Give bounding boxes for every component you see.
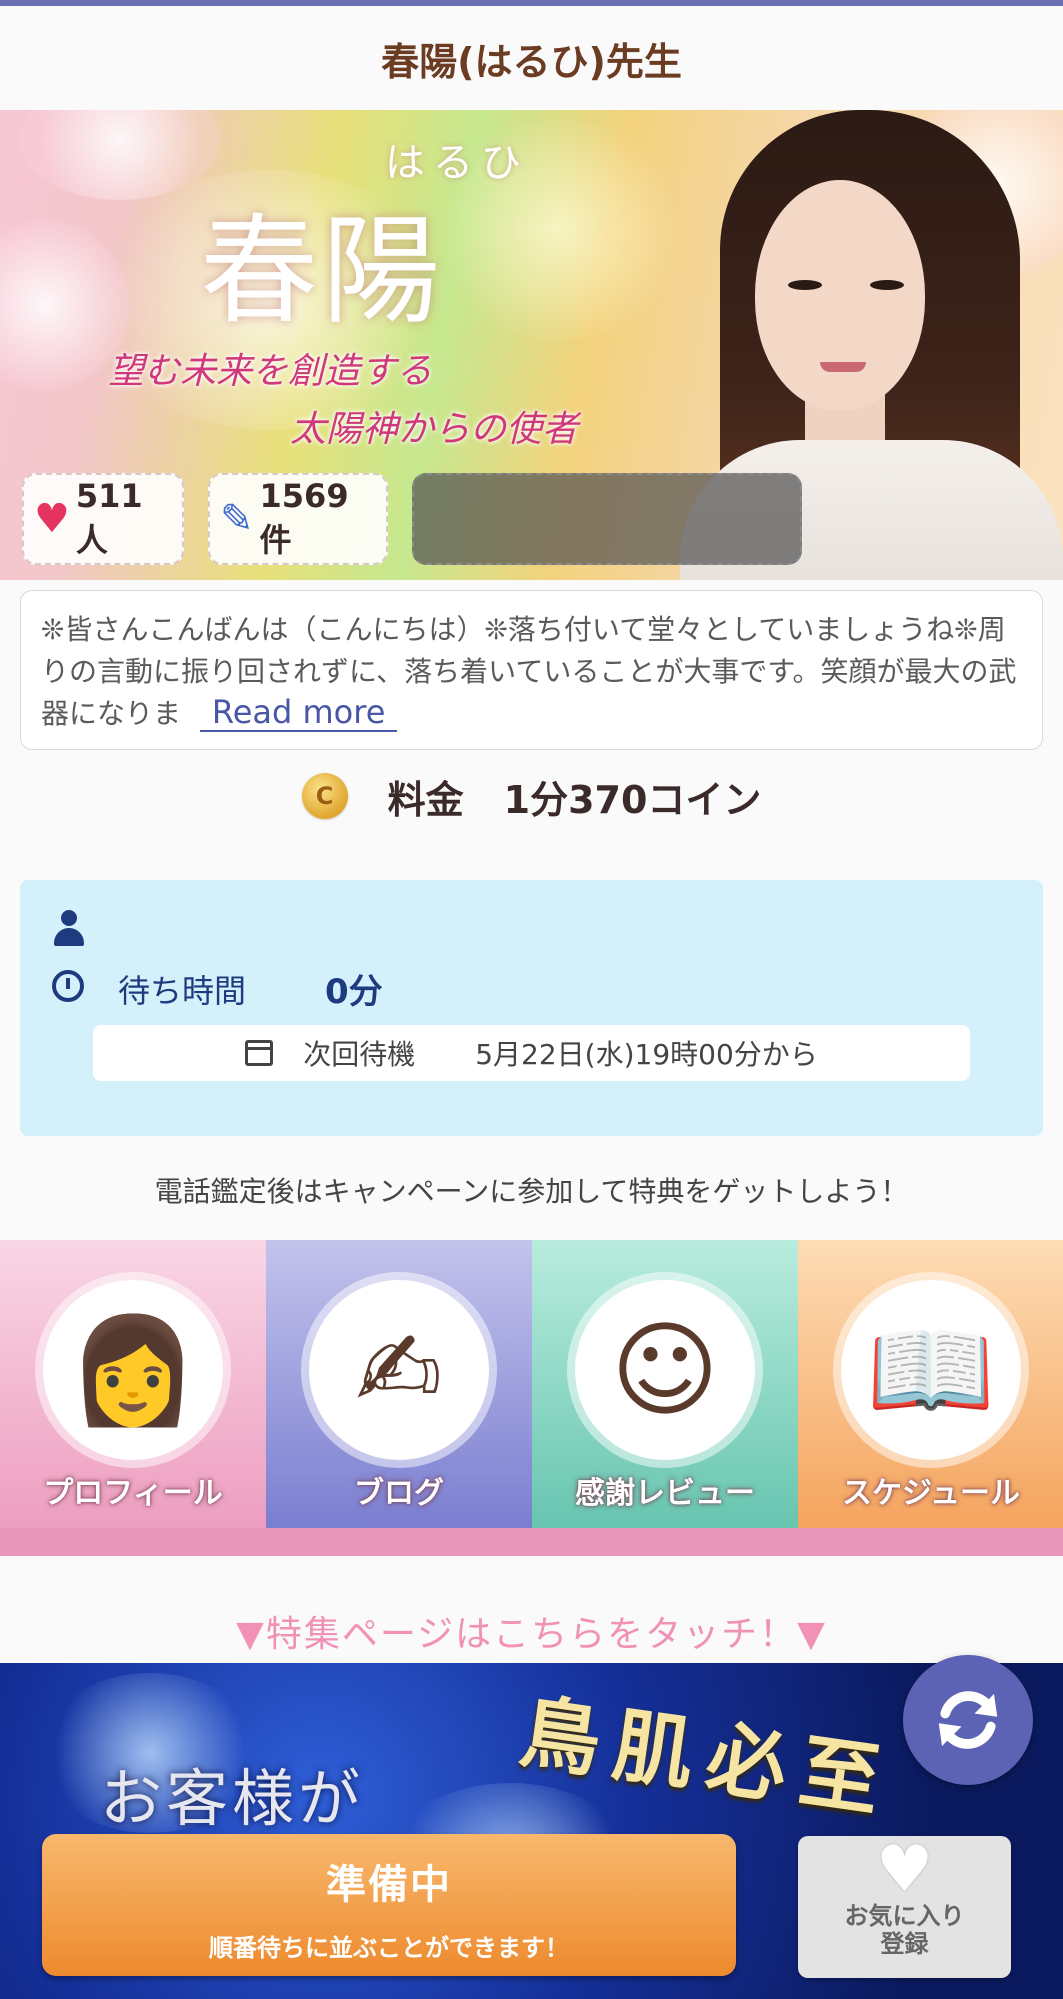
heart-icon: ♥ xyxy=(875,1833,934,1907)
status-badge-placeholder xyxy=(412,473,802,565)
review-count-badge: ✎ 1569件 xyxy=(208,473,388,565)
favorites-count: 511人 xyxy=(75,477,143,559)
hero-tagline-1: 望む未来を創造する xyxy=(108,351,433,392)
heart-icon: ♥ xyxy=(34,496,70,542)
coin-icon: C xyxy=(301,773,348,819)
calendar-icon xyxy=(245,1040,274,1066)
banner-text: お客様が xyxy=(100,1762,365,1835)
hero-name: 春陽 xyxy=(200,202,445,340)
price-label: 料金 xyxy=(387,777,464,822)
portrait-mouth xyxy=(820,362,866,372)
page-header: 春陽(はるひ)先生 xyxy=(0,6,1063,110)
favorite-label-line1: お気に入り xyxy=(844,1902,965,1930)
price-value: 1分370コイン xyxy=(503,777,762,822)
favorite-label-line2: 登録 xyxy=(880,1930,929,1958)
next-standby-label: 次回待機 xyxy=(303,1038,416,1071)
favorites-count-badge: ♥ 511人 xyxy=(22,473,184,565)
queue-button-title: 準備中 xyxy=(326,1862,452,1908)
feature-page-link[interactable]: ▼特集ページはこちらをタッチ！▼ xyxy=(0,1605,1063,1657)
refresh-button[interactable] xyxy=(903,1655,1033,1785)
waiting-status-panel: 待ち時間 0分 次回待機 5月22日(水)19時00分から xyxy=(20,880,1043,1136)
book-icon: 📖 xyxy=(841,1280,1021,1460)
blog-icon: ✍ xyxy=(309,1280,489,1460)
hero-banner: はるひ 春陽 望む未来を創造する 太陽神からの使者 ♥ 511人 ✎ 1569件 xyxy=(0,110,1063,580)
profile-icon: 👩 xyxy=(43,1280,223,1460)
person-icon xyxy=(52,910,86,950)
price-row: C 料金 1分370コイン xyxy=(0,760,1063,832)
wait-time-label: 待ち時間 xyxy=(118,972,247,1010)
hero-tagline-2: 太陽神からの使者 xyxy=(290,409,579,450)
page-title: 春陽(はるひ)先生 xyxy=(381,39,682,84)
portrait-eye xyxy=(788,280,822,290)
queue-button-subtitle: 順番待ちに並ぶことができます！ xyxy=(209,1934,569,1962)
portrait-eye xyxy=(870,280,904,290)
menu-tiles: 👩 プロフィール ✍ ブログ ☺ 感謝レビュー 📖 スケジュール xyxy=(0,1240,1063,1556)
menu-tile-schedule[interactable]: 📖 スケジュール xyxy=(798,1240,1063,1528)
next-standby-bar: 次回待機 5月22日(水)19時00分から xyxy=(93,1025,970,1081)
menu-tile-reviews[interactable]: ☺ 感謝レビュー xyxy=(532,1240,798,1528)
intro-message: ❊皆さんこんばんは（こんにちは）❊落ち付いて堂々としていましょうね❊周りの言動に… xyxy=(20,590,1043,750)
wait-time-value: 0分 xyxy=(325,972,383,1012)
intro-text: ❊皆さんこんばんは（こんにちは）❊落ち付いて堂々としていましょうね❊周りの言動に… xyxy=(41,613,1017,730)
smile-icon: ☺ xyxy=(575,1280,755,1460)
refresh-icon xyxy=(938,1691,998,1749)
next-standby-time: 5月22日(水)19時00分から xyxy=(475,1038,818,1071)
pen-icon: ✎ xyxy=(220,496,254,542)
menu-tile-label: 感謝レビュー xyxy=(575,1476,755,1511)
review-count: 1569件 xyxy=(259,477,349,559)
menu-tile-label: スケジュール xyxy=(842,1476,1020,1511)
add-favorite-button[interactable]: ♥ お気に入り 登録 xyxy=(798,1836,1011,1978)
menu-tile-blog[interactable]: ✍ ブログ xyxy=(266,1240,532,1528)
read-more-link[interactable]: Read more xyxy=(199,694,398,732)
menu-tile-label: ブログ xyxy=(354,1476,444,1511)
menu-tile-label: プロフィール xyxy=(43,1476,223,1511)
menu-tile-profile[interactable]: 👩 プロフィール xyxy=(0,1240,266,1528)
portrait-face xyxy=(755,180,925,410)
clock-icon xyxy=(52,970,84,1002)
queue-ready-button[interactable]: 準備中 順番待ちに並ぶことができます！ xyxy=(42,1834,736,1976)
campaign-notice: 電話鑑定後はキャンペーンに参加して特典をゲットしよう！ xyxy=(154,1175,909,1208)
